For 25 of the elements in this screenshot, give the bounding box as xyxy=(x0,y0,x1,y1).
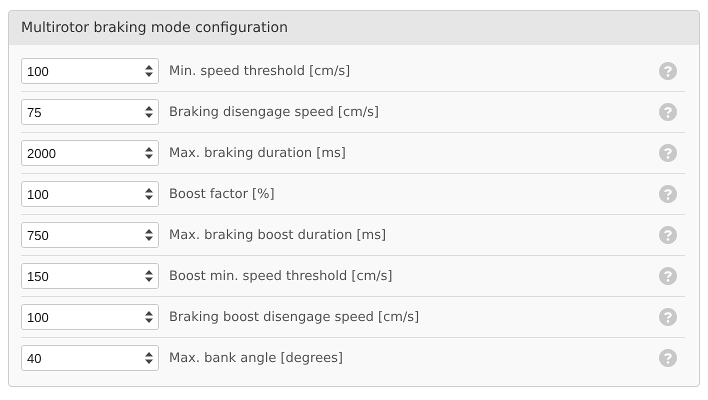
number-input[interactable]: 75 xyxy=(21,99,159,125)
setting-label: Max. braking duration [ms] xyxy=(169,146,346,160)
number-input[interactable]: 100 xyxy=(21,58,159,84)
number-input[interactable]: 150 xyxy=(21,263,159,289)
setting-label: Boost factor [%] xyxy=(169,186,275,202)
setting-label: Braking disengage speed [cm/s] xyxy=(169,104,379,120)
setting-label: Braking boost disengage speed [cm/s] xyxy=(169,310,420,324)
spinner-icon[interactable] xyxy=(145,228,153,242)
spinner-icon[interactable] xyxy=(145,310,153,324)
spinner-icon[interactable] xyxy=(145,105,153,119)
setting-label: Boost min. speed threshold [cm/s] xyxy=(169,268,392,284)
number-input[interactable]: 100 xyxy=(21,304,159,330)
setting-label: Min. speed threshold [cm/s] xyxy=(169,64,350,78)
setting-label: Max. braking boost duration [ms] xyxy=(169,228,386,242)
spinner-icon[interactable] xyxy=(145,187,153,201)
panel-title: Multirotor braking mode configuration xyxy=(21,20,288,36)
spinner-icon[interactable] xyxy=(145,269,153,283)
spinner-icon[interactable] xyxy=(145,351,153,365)
number-input[interactable]: 2000 xyxy=(21,140,159,166)
setting-label: Max. bank angle [degrees] xyxy=(169,350,343,366)
spinner-icon[interactable] xyxy=(145,64,153,78)
spinner-icon[interactable] xyxy=(145,146,153,160)
number-input[interactable]: 750 xyxy=(21,222,159,248)
number-input[interactable]: 40 xyxy=(21,345,159,371)
number-input[interactable]: 100 xyxy=(21,181,159,207)
